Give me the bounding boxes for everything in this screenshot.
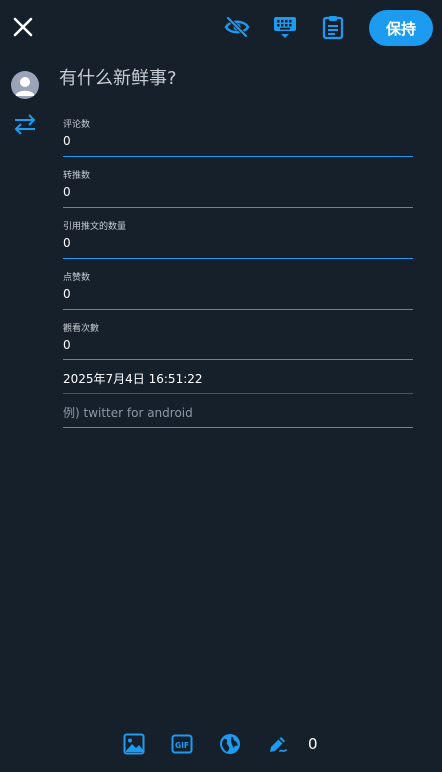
globe-icon[interactable] (219, 733, 241, 755)
close-icon[interactable] (10, 14, 36, 40)
datetime-field[interactable]: 2025年7月4日 16:51:22 (63, 366, 413, 394)
comment-count-label: 评论数 (63, 120, 91, 130)
avatar[interactable] (11, 71, 39, 99)
retweet-count-label: 转推数 (63, 171, 91, 181)
keyboard-icon[interactable] (272, 14, 298, 40)
comment-count-value[interactable]: 0 (63, 134, 71, 149)
edit-icon[interactable] (267, 733, 289, 755)
eye-off-icon[interactable] (224, 14, 250, 40)
retweet-count-value[interactable]: 0 (63, 185, 71, 200)
swap-icon[interactable] (12, 112, 38, 136)
character-count: 0 (308, 735, 318, 753)
quote-count-value[interactable]: 0 (63, 236, 71, 251)
like-count-value[interactable]: 0 (63, 287, 71, 302)
retweet-count-field[interactable]: 转推数 0 (63, 171, 413, 208)
like-count-label: 点赞数 (63, 273, 91, 283)
top-bar: 保持 (0, 0, 442, 56)
clipboard-icon[interactable] (320, 14, 346, 40)
datetime-value[interactable]: 2025年7月4日 16:51:22 (63, 372, 203, 387)
bottom-toolbar: GIF 0 (0, 728, 442, 760)
client-placeholder[interactable]: 例) twitter for android (63, 406, 193, 421)
compose-input[interactable] (59, 64, 419, 92)
view-count-value[interactable]: 0 (63, 338, 71, 353)
like-count-field[interactable]: 点赞数 0 (63, 273, 413, 310)
svg-text:GIF: GIF (175, 741, 189, 750)
quote-count-label: 引用推文的数量 (63, 222, 127, 232)
image-icon[interactable] (123, 733, 145, 755)
gif-icon[interactable]: GIF (171, 733, 193, 755)
user-icon (15, 77, 35, 96)
comment-count-field[interactable]: 评论数 0 (63, 120, 413, 157)
view-count-label: 觀看次數 (63, 324, 100, 334)
client-field[interactable]: 例) twitter for android (63, 400, 413, 428)
quote-count-field[interactable]: 引用推文的数量 0 (63, 222, 413, 259)
view-count-field[interactable]: 觀看次數 0 (63, 324, 413, 360)
save-button[interactable]: 保持 (369, 10, 433, 46)
